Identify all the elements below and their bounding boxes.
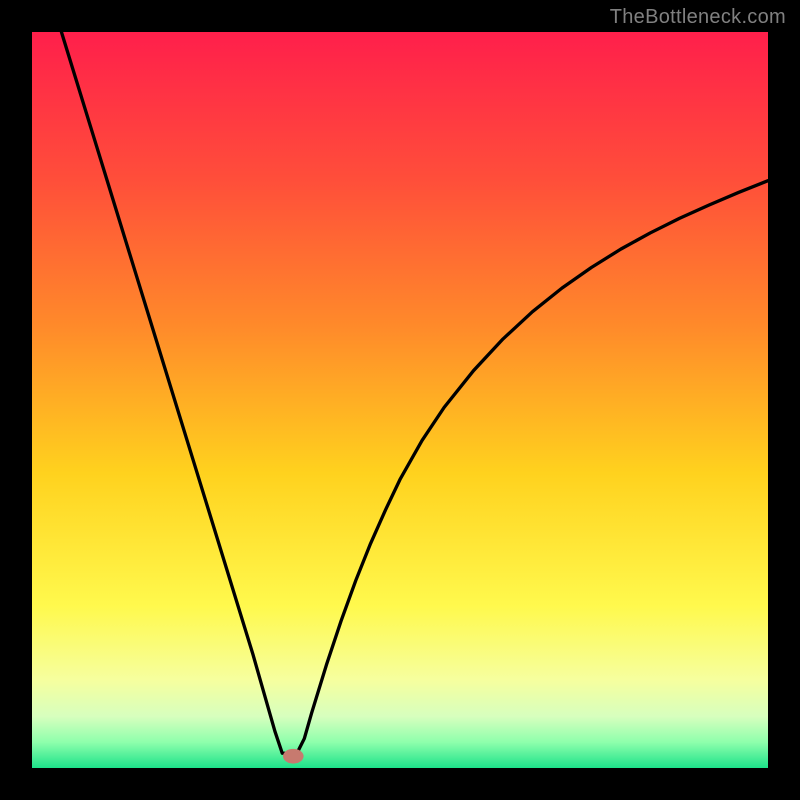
chart-frame: TheBottleneck.com	[0, 0, 800, 800]
gradient-background	[32, 32, 768, 768]
chart-svg	[32, 32, 768, 768]
watermark-text: TheBottleneck.com	[610, 6, 786, 29]
notch-marker	[283, 749, 304, 764]
